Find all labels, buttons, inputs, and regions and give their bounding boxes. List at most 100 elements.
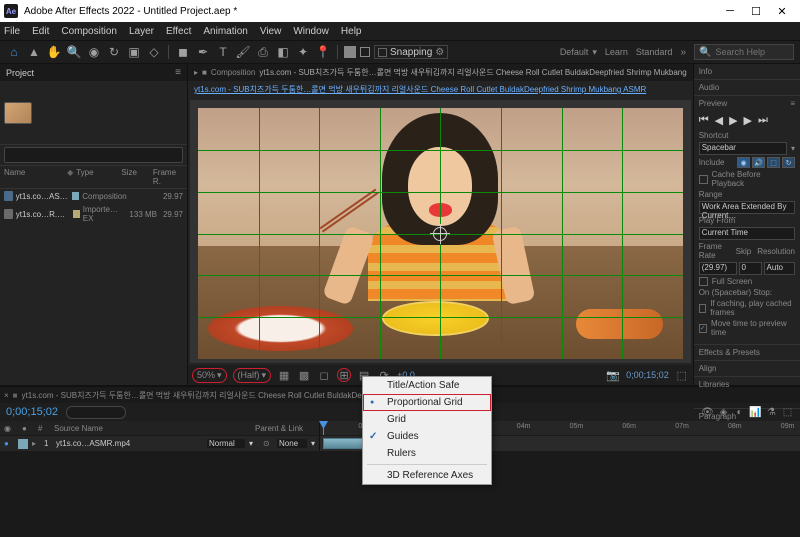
col-type[interactable]: Type: [76, 168, 121, 186]
brainstorm-icon[interactable]: ⚗: [765, 406, 778, 419]
shortcut-dropdown[interactable]: Spacebar: [699, 142, 787, 155]
asset-row[interactable]: yt1s.co…R.mp4 Importe…EX 133 MB 29.97: [0, 203, 187, 225]
last-frame-button[interactable]: ⏭: [758, 114, 768, 127]
source-name-column[interactable]: Source Name: [54, 424, 249, 433]
include-video-toggle[interactable]: ◉: [737, 157, 750, 168]
help-search-input[interactable]: [715, 47, 785, 57]
include-audio-toggle[interactable]: 🔊: [752, 157, 765, 168]
col-name[interactable]: Name: [4, 168, 67, 186]
ifcaching-checkbox[interactable]: [699, 304, 707, 313]
frame-blend-toggle[interactable]: ◈: [717, 406, 730, 419]
clone-tool[interactable]: ⎙: [255, 44, 271, 60]
hand-tool[interactable]: ✋: [46, 44, 62, 60]
audio-panel-header[interactable]: Audio: [699, 83, 795, 92]
panel-menu-icon[interactable]: ≡: [175, 67, 181, 78]
first-frame-button[interactable]: ⏮: [699, 114, 709, 127]
shape-tool[interactable]: ◼: [175, 44, 191, 60]
snapping-toggle[interactable]: Snapping ⚙: [374, 45, 448, 59]
col-framerate[interactable]: Frame R.: [153, 168, 183, 186]
workspace-learn[interactable]: Learn: [605, 47, 628, 57]
resolution-dropdown[interactable]: Auto: [764, 262, 795, 275]
workspace-more-icon[interactable]: »: [680, 47, 686, 58]
comp-breadcrumb-2[interactable]: yt1s.com - SUB치즈가득 두툼한…롤면 먹방 새우튀김까지 리얼사운…: [194, 84, 646, 95]
menu-view[interactable]: View: [260, 26, 282, 37]
framerate-dropdown[interactable]: (29.97): [699, 262, 737, 275]
graph-editor-toggle[interactable]: 📊: [749, 406, 762, 419]
skip-dropdown[interactable]: 0: [739, 262, 762, 275]
project-search-input[interactable]: [4, 147, 183, 163]
label-icon[interactable]: ◆: [67, 168, 76, 186]
transparency-grid-icon[interactable]: ▩: [297, 368, 311, 382]
stroke-color[interactable]: [360, 47, 370, 57]
comp-breadcrumb-1[interactable]: yt1s.com - SUB치즈가득 두툼한…롤면 먹방 새우튀김까지 리얼사운…: [259, 67, 686, 78]
loop-toggle[interactable]: ↻: [782, 157, 795, 168]
fast-preview-icon[interactable]: ▦: [277, 368, 291, 382]
panel-menu-icon[interactable]: ≡: [790, 99, 795, 108]
composition-viewer[interactable]: [190, 100, 691, 363]
menu-layer[interactable]: Layer: [129, 26, 154, 37]
menu-grid[interactable]: Grid: [363, 411, 491, 428]
roto-tool[interactable]: ✦: [295, 44, 311, 60]
col-size[interactable]: Size: [121, 168, 153, 186]
menu-guides[interactable]: Guides: [363, 428, 491, 445]
project-tab[interactable]: Project ≡: [0, 64, 187, 81]
puppet-tool[interactable]: 📍: [315, 44, 331, 60]
fullscreen-checkbox[interactable]: [699, 277, 708, 286]
asset-row[interactable]: yt1s.co…ASMR Composition 29.97: [0, 189, 187, 203]
menu-help[interactable]: Help: [341, 26, 362, 37]
menu-window[interactable]: Window: [293, 26, 329, 37]
mask-toggle-icon[interactable]: ◻: [317, 368, 331, 382]
menu-rulers[interactable]: Rulers: [363, 445, 491, 462]
viewer-timecode[interactable]: 0;00;15;02: [626, 370, 669, 380]
range-dropdown[interactable]: Work Area Extended By Current…: [699, 201, 795, 214]
help-search[interactable]: 🔍: [694, 44, 794, 60]
snapping-checkbox[interactable]: [378, 48, 387, 57]
menu-animation[interactable]: Animation: [203, 26, 247, 37]
timeline-search[interactable]: [66, 406, 126, 419]
roi-icon[interactable]: ⬚: [675, 368, 689, 382]
maximize-button[interactable]: ☐: [750, 5, 762, 17]
movetime-checkbox[interactable]: [699, 324, 707, 333]
zoom-dropdown[interactable]: 50% ▾: [192, 368, 227, 383]
eraser-tool[interactable]: ◧: [275, 44, 291, 60]
flowchart-icon[interactable]: ▸: [194, 68, 198, 77]
menu-edit[interactable]: Edit: [32, 26, 49, 37]
snapshot-icon[interactable]: 📷: [606, 368, 620, 382]
timeline-timecode[interactable]: 0;00;15;02: [6, 406, 58, 418]
snapping-options-icon[interactable]: ⚙: [435, 47, 444, 58]
parent-column[interactable]: Parent & Link: [255, 424, 315, 433]
close-tab-icon[interactable]: ×: [4, 391, 9, 400]
grid-options-button[interactable]: ⊞: [337, 368, 351, 382]
menu-title-action-safe[interactable]: Title/Action Safe: [363, 377, 491, 394]
align-header[interactable]: Align: [699, 364, 795, 373]
menu-composition[interactable]: Composition: [61, 26, 117, 37]
resolution-dropdown[interactable]: (Half) ▾: [233, 368, 272, 383]
orbit-tool[interactable]: ◉: [86, 44, 102, 60]
workspace-default[interactable]: Default ▾: [560, 47, 597, 58]
zoom-tool[interactable]: 🔍: [66, 44, 82, 60]
next-frame-button[interactable]: ▶: [744, 114, 752, 127]
preview-panel-header[interactable]: Preview≡: [699, 99, 795, 108]
brush-tool[interactable]: 🖌: [235, 44, 251, 60]
fill-color[interactable]: [344, 46, 356, 58]
camera-tool[interactable]: ▣: [126, 44, 142, 60]
layer-color-tag[interactable]: [18, 439, 28, 449]
menu-proportional-grid[interactable]: Proportional Grid: [363, 394, 491, 411]
minimize-button[interactable]: ─: [724, 5, 736, 17]
layer-name[interactable]: yt1s.co…ASMR.mp4: [56, 439, 203, 448]
prev-frame-button[interactable]: ◀: [715, 114, 723, 127]
draft-3d-icon[interactable]: ⬚: [781, 406, 794, 419]
playfrom-dropdown[interactable]: Current Time: [699, 227, 795, 240]
anchor-tool[interactable]: ◇: [146, 44, 162, 60]
playhead[interactable]: [323, 421, 324, 435]
cache-before-checkbox[interactable]: [699, 175, 708, 184]
type-tool[interactable]: T: [215, 44, 231, 60]
visibility-toggle[interactable]: ●: [4, 439, 14, 448]
include-overlay-toggle[interactable]: ⬚: [767, 157, 780, 168]
motion-blur-toggle[interactable]: ◐: [733, 406, 746, 419]
menu-3d-reference-axes[interactable]: 3D Reference Axes: [363, 467, 491, 484]
shy-toggle[interactable]: 👁: [701, 406, 714, 419]
play-button[interactable]: ▶: [729, 114, 737, 127]
menu-effect[interactable]: Effect: [166, 26, 191, 37]
selection-tool[interactable]: ▲: [26, 44, 42, 60]
